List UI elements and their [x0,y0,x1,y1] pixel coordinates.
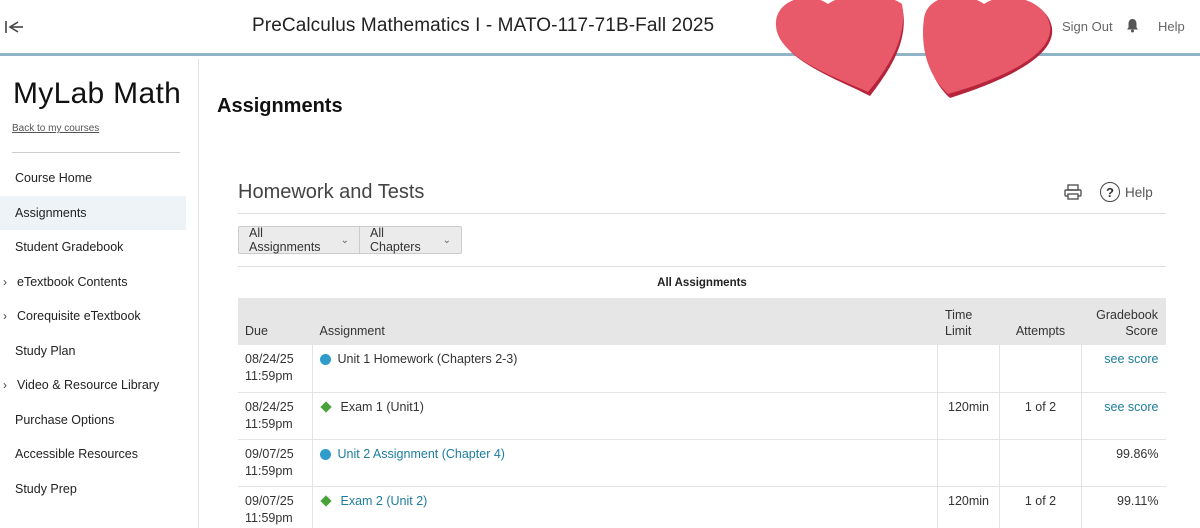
hearts-decoration [775,0,1053,98]
circle-homework-icon [319,448,331,460]
score-cell: 99.11% [1081,486,1166,528]
score-cell: 99.86% [1081,439,1166,487]
sidebar-nav: Course Home Assignments Student Gradeboo… [0,161,199,506]
sidebar-item-accessible-resources[interactable]: Accessible Resources [0,437,199,472]
section-title: Homework and Tests [238,181,425,203]
question-circle-icon: ? [1100,182,1120,202]
collapse-sidebar-icon[interactable] [4,18,26,38]
sidebar-item-label: Assignments [15,205,87,220]
column-header-assignment[interactable]: Assignment [312,298,938,345]
help-label: Help [1125,184,1153,200]
chevron-right-icon[interactable]: › [3,275,7,289]
sidebar-divider [12,152,180,153]
diamond-test-icon [319,400,332,413]
brand-logo-text: MyLab Math [13,77,182,110]
sidebar-item-label: Student Gradebook [15,240,124,255]
time-limit-cell: 120min [937,392,1000,440]
attempts-cell: 1 of 2 [999,392,1082,440]
attempts-cell: 1 of 2 [999,486,1082,528]
sidebar-item-course-home[interactable]: Course Home [0,161,199,196]
filter-divider [238,266,1166,267]
sidebar-item-label: Course Home [15,171,93,186]
sidebar-item-label: Study Prep [15,481,77,496]
chapters-filter-select[interactable]: All Chapters ⌄ [360,226,462,254]
sidebar-item-label: Video & Resource Library [17,378,160,393]
diamond-test-icon [319,494,332,507]
see-score-link[interactable]: see score [1104,352,1158,366]
table-row: 08/24/25 11:59pm Exam 1 (Unit1) 120min 1 … [238,392,1166,440]
top-help-link[interactable]: Help [1158,19,1185,34]
due-cell: 08/24/25 11:59pm [238,392,313,440]
assignment-cell: Unit 2 Assignment (Chapter 4) [312,439,938,487]
back-to-courses-link[interactable]: Back to my courses [12,123,99,134]
assignments-table: Due Assignment Time Limit Attempts Gradeb… [238,298,1166,528]
sidebar-item-etextbook-contents[interactable]: › eTextbook Contents [0,265,199,300]
print-icon[interactable] [1064,184,1082,200]
course-title: PreCalculus Mathematics I - MATO-117-71B… [252,15,715,36]
attempts-cell [999,345,1082,393]
attempts-cell [999,439,1082,487]
filter-bar: All Assignments ⌄ All Chapters ⌄ [238,226,462,254]
chevron-right-icon[interactable]: › [3,309,7,323]
sidebar-item-student-gradebook[interactable]: Student Gradebook [0,230,199,265]
help-button[interactable]: ? Help [1100,182,1153,202]
chevron-right-icon[interactable]: › [3,378,7,392]
table-header-row: Due Assignment Time Limit Attempts Gradeb… [238,298,1166,345]
score-cell: see score [1081,345,1166,393]
column-header-time-limit[interactable]: Time Limit [937,298,1000,345]
assignment-name: Unit 1 Homework (Chapters 2-3) [337,352,518,366]
sidebar-item-label: Purchase Options [15,412,115,427]
assignment-cell: Exam 1 (Unit1) [312,392,938,440]
page-title: Assignments [217,95,343,117]
chevron-down-icon: ⌄ [442,234,451,246]
section-divider [238,213,1166,214]
column-header-due[interactable]: Due [238,298,313,345]
sidebar-item-purchase-options[interactable]: Purchase Options [0,403,199,438]
table-row: 08/24/25 11:59pm Unit 1 Homework (Chapter… [238,345,1166,393]
sidebar-item-study-prep[interactable]: Study Prep [0,472,199,507]
sidebar-item-video-resource-library[interactable]: › Video & Resource Library [0,368,199,403]
column-header-attempts[interactable]: Attempts [999,298,1082,345]
table-row: 09/07/25 11:59pm Exam 2 (Unit 2) 120min 1… [238,486,1166,528]
assignment-cell: Exam 2 (Unit 2) [312,486,938,528]
see-score-link[interactable]: see score [1104,400,1158,414]
score-cell: see score [1081,392,1166,440]
sidebar-item-study-plan[interactable]: Study Plan [0,334,199,369]
sidebar-item-corequisite-etextbook[interactable]: › Corequisite eTextbook [0,299,199,334]
time-limit-cell [937,345,1000,393]
assignments-filter-value: All Assignments [249,226,321,254]
due-cell: 09/07/25 11:59pm [238,439,313,487]
assignment-name: Exam 1 (Unit1) [340,399,424,414]
time-limit-cell: 120min [937,486,1000,528]
column-header-gradebook-score[interactable]: Gradebook Score [1081,298,1166,345]
circle-homework-icon [319,354,331,365]
sidebar-item-label: Corequisite eTextbook [17,309,141,324]
chapters-filter-value: All Chapters [370,226,421,254]
time-limit-cell [937,439,1000,487]
sidebar-item-assignments[interactable]: Assignments [0,195,186,230]
assignments-filter-select[interactable]: All Assignments ⌄ [238,226,360,254]
assignment-cell: Unit 1 Homework (Chapters 2-3) [312,345,938,393]
sidebar-item-label: eTextbook Contents [17,274,128,289]
due-cell: 08/24/25 11:59pm [238,345,313,393]
assignment-link[interactable]: Unit 2 Assignment (Chapter 4) [338,446,505,463]
table-row: 09/07/25 11:59pm Unit 2 Assignment (Chapt… [238,439,1166,487]
sidebar-item-label: Study Plan [15,343,76,358]
due-cell: 09/07/25 11:59pm [238,486,313,528]
assignment-link[interactable]: Exam 2 (Unit 2) [341,493,428,510]
chevron-down-icon: ⌄ [340,234,349,246]
table-caption: All Assignments [657,277,747,289]
sidebar: MyLab Math Back to my courses Course Hom… [0,59,199,528]
sidebar-item-label: Accessible Resources [15,447,138,462]
bell-icon[interactable] [1126,18,1140,34]
